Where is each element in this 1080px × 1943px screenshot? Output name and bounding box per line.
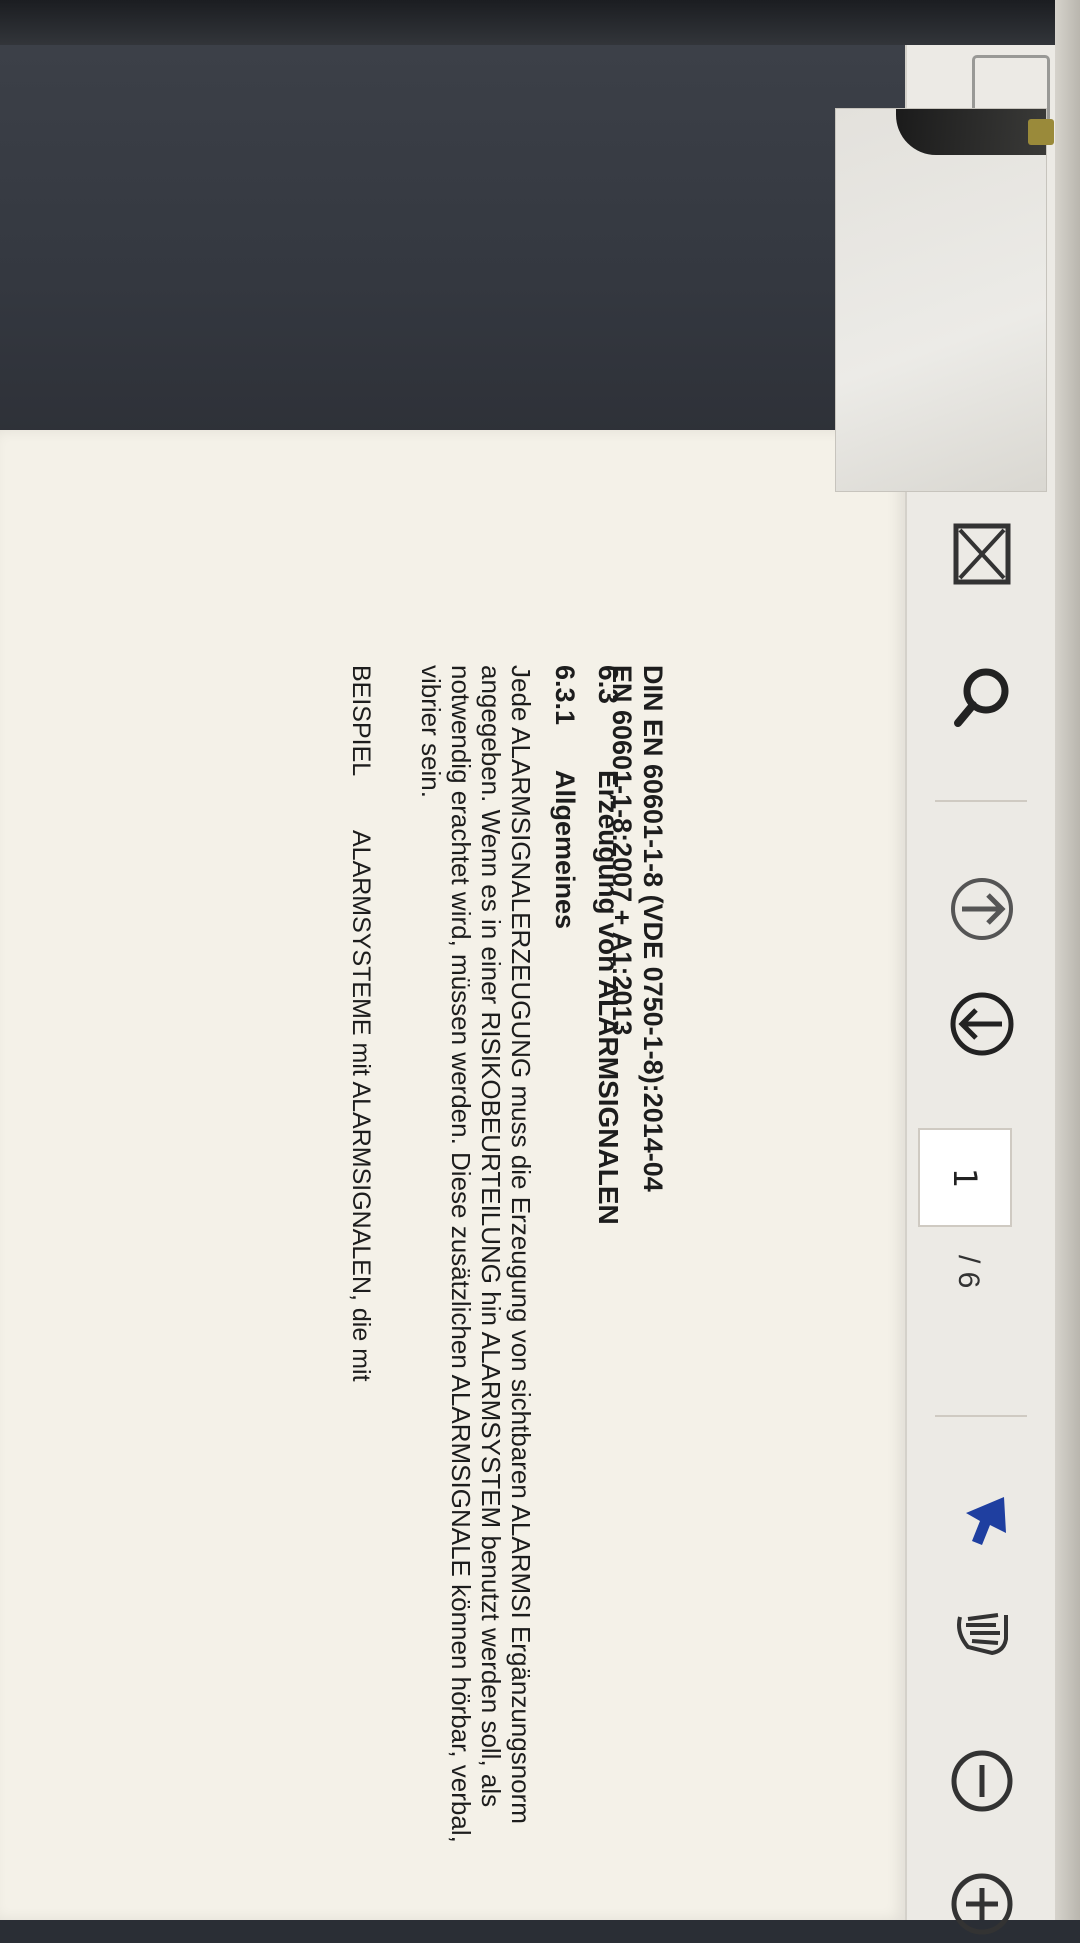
close-box-icon[interactable] xyxy=(943,515,1021,593)
header-line-1: DIN EN 60601-1-8 (VDE 0750-1-8):2014-04 xyxy=(638,665,668,1192)
viewer-background xyxy=(0,45,910,435)
toolbar-separator xyxy=(935,800,1027,802)
section-number: 6.3 xyxy=(593,665,624,704)
toolbar-separator xyxy=(935,1415,1027,1417)
page-current: 1 xyxy=(945,1167,984,1188)
page-down-icon[interactable] xyxy=(943,985,1021,1063)
zoom-in-icon[interactable] xyxy=(943,1865,1021,1943)
subsection-number: 6.3.1 xyxy=(550,665,580,726)
camera-cable-image xyxy=(896,109,1054,155)
section-title: Erzeugung von ALARMSIGNALEN xyxy=(593,770,624,1225)
body-paragraph: Jede ALARMSIGNALERZEUGUNG muss die Erzeu… xyxy=(416,665,536,1843)
device-edge xyxy=(1055,0,1080,1920)
page-number-input[interactable]: 1 xyxy=(918,1128,1012,1227)
example-text: ALARMSYSTEME mit ALARMSIGNALEN, die mit xyxy=(347,830,375,1382)
example-label: BEISPIEL xyxy=(347,665,375,777)
hand-tool-icon[interactable] xyxy=(943,1590,1021,1668)
camera-preview xyxy=(835,108,1054,492)
search-icon[interactable] xyxy=(943,658,1021,736)
subsection-title: Allgemeines xyxy=(550,770,580,930)
camera-plug-image xyxy=(1028,119,1054,145)
page-total: / 6 xyxy=(952,1255,985,1289)
select-cursor-icon[interactable] xyxy=(943,1480,1021,1558)
zoom-out-icon[interactable] xyxy=(943,1742,1021,1820)
page-up-icon[interactable] xyxy=(943,870,1021,948)
